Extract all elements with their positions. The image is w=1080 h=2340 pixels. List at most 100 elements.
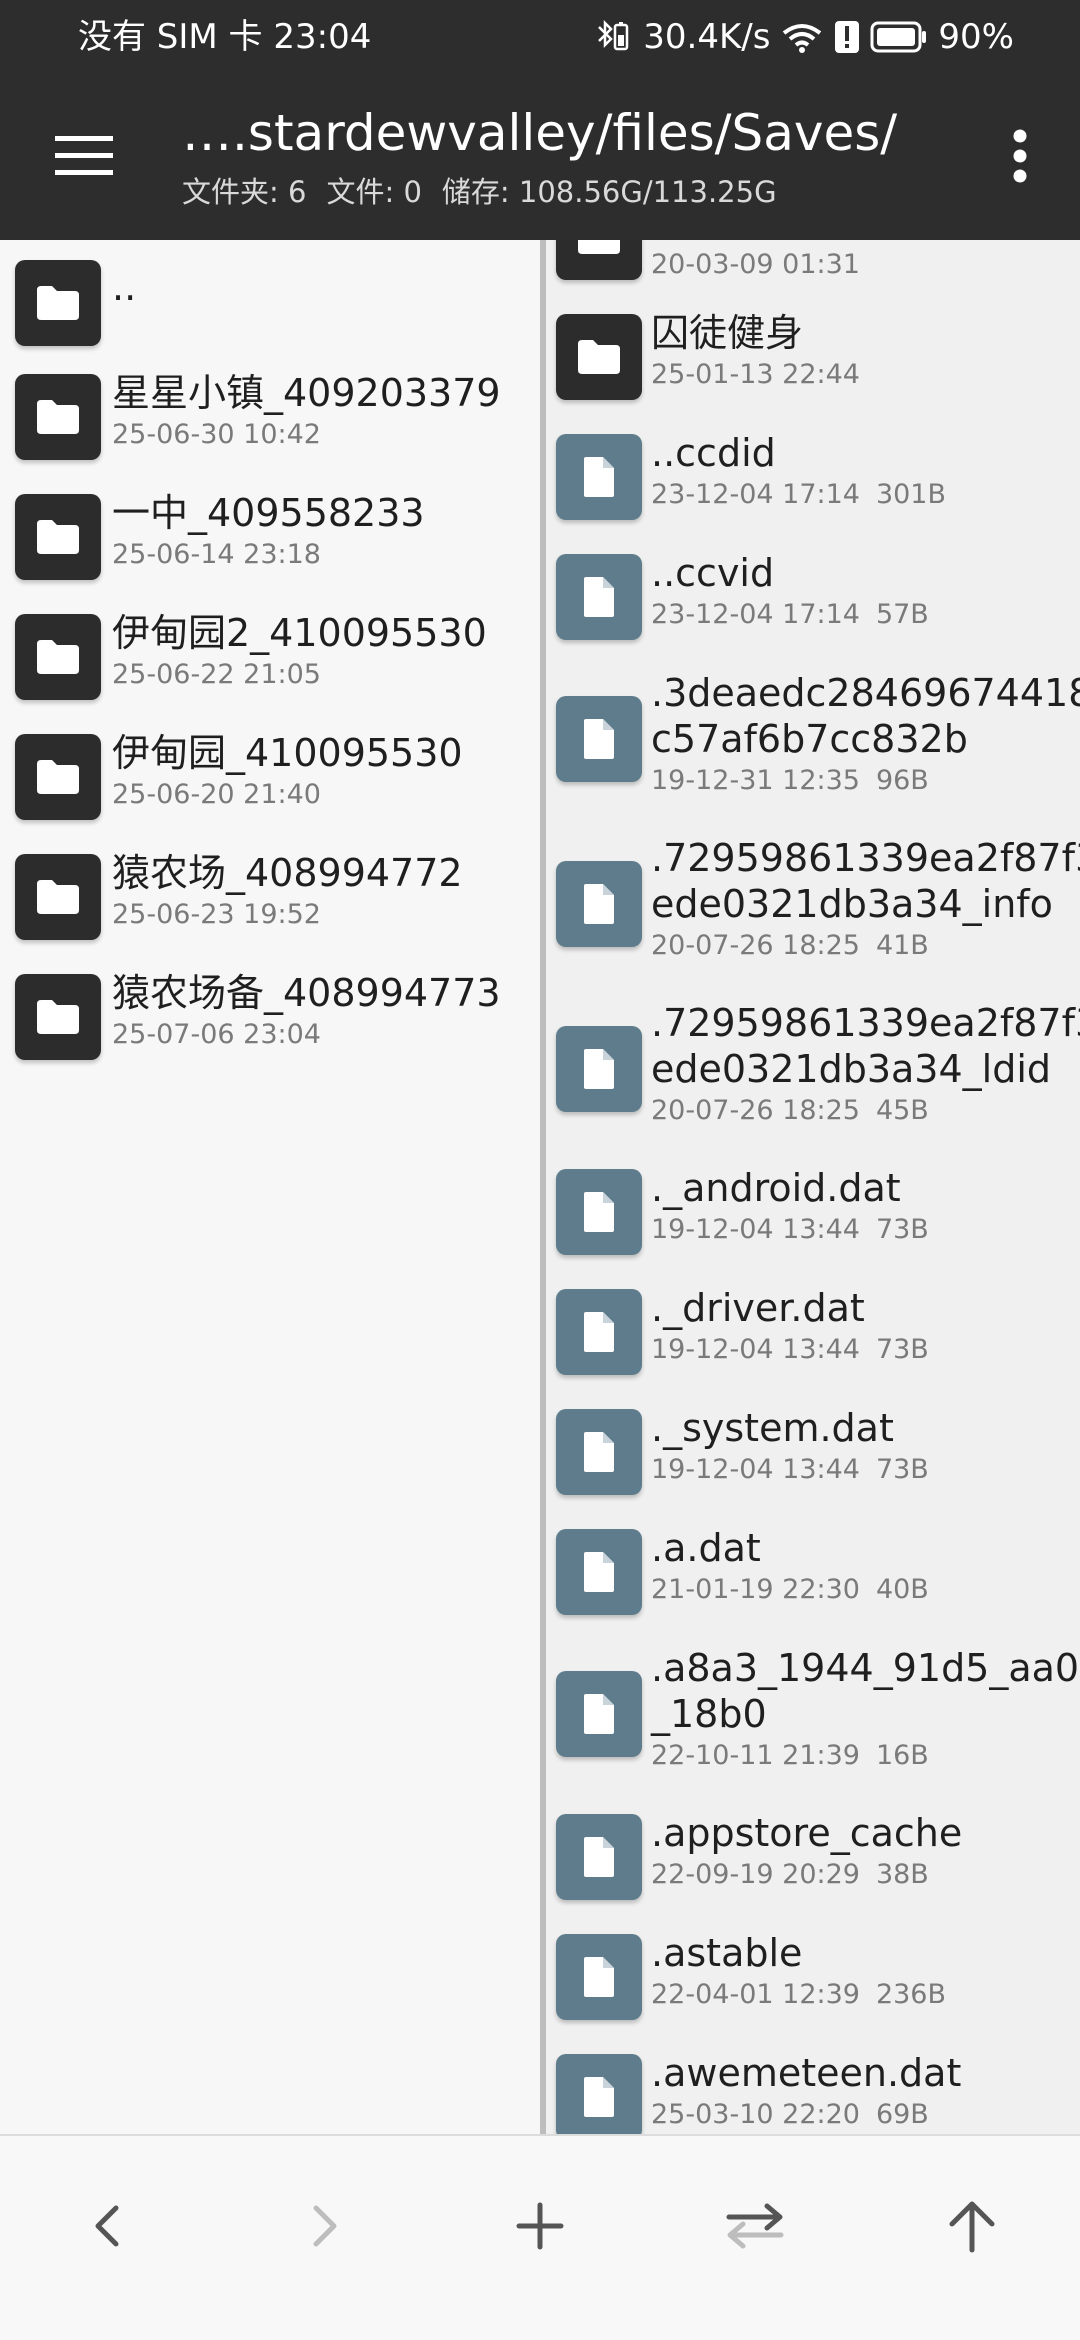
right-pane[interactable]: 20-03-09 01:31 囚徒健身 25-01-13 22:44 ..ccd… <box>546 240 1080 2134</box>
status-carrier-time: 没有 SIM 卡 23:04 <box>78 17 372 57</box>
swap-panes-button[interactable] <box>705 2176 805 2276</box>
back-icon <box>95 2205 119 2247</box>
battery-icon <box>870 20 928 54</box>
item-name: .. <box>112 265 137 309</box>
list-item[interactable]: ._system.dat 19-12-04 13:44 73B <box>546 1395 1080 1515</box>
file-count: 文件: 0 <box>326 175 422 209</box>
item-meta: 23-12-04 17:14 301B <box>651 479 947 510</box>
menu-button[interactable] <box>46 118 122 194</box>
item-name: .appstore_cache <box>651 1811 963 1855</box>
more-options-button[interactable] <box>988 116 1052 196</box>
item-meta: 20-07-26 18:25 41B <box>651 930 929 961</box>
file-icon <box>556 1934 642 2020</box>
folder-count: 文件夹: 6 <box>182 175 307 209</box>
item-date: 25-01-13 22:44 <box>651 359 860 390</box>
list-item[interactable]: .awemeteen.dat 25-03-10 22:20 69B <box>546 2040 1080 2134</box>
left-pane[interactable]: .. 星星小镇_409203379 25-06-30 10:42 一中_4095… <box>0 240 540 2134</box>
list-item[interactable]: .astable 22-04-01 12:39 236B <box>546 1920 1080 2040</box>
item-name: ..ccvid <box>651 551 775 595</box>
list-item[interactable]: .a8a3_1944_91d5_aa08 _18b0 22-10-11 21:3… <box>546 1635 1080 1800</box>
app-bar: ….stardewvalley/files/Saves/ 文件夹: 6 文件: 0… <box>0 76 1080 240</box>
item-meta: 19-12-04 13:44 73B <box>651 1214 929 1245</box>
add-icon <box>516 2202 564 2250</box>
list-item[interactable]: .3deaedc28469674418 c57af6b7cc832b 19-12… <box>546 660 1080 825</box>
item-name: .a8a3_1944_91d5_aa08 <box>651 1646 1080 1690</box>
folder-icon <box>15 854 101 940</box>
list-item[interactable]: 囚徒健身 25-01-13 22:44 <box>546 300 1080 420</box>
list-item[interactable]: .appstore_cache 22-09-19 20:29 38B <box>546 1800 1080 1920</box>
item-name-cont: ede0321db3a34_info <box>651 882 1053 926</box>
folder-icon <box>15 614 101 700</box>
up-icon <box>949 2201 995 2253</box>
more-vert-icon <box>1013 129 1027 183</box>
folder-icon <box>15 494 101 580</box>
list-item-parent[interactable]: .. <box>0 240 540 360</box>
item-name: .a.dat <box>651 1526 761 1570</box>
item-name-cont: c57af6b7cc832b <box>651 717 968 761</box>
item-name: 伊甸园2_410095530 <box>112 611 487 655</box>
current-path: ….stardewvalley/files/Saves/ <box>182 104 898 162</box>
menu-icon <box>55 136 113 175</box>
add-button[interactable] <box>490 2176 590 2276</box>
file-icon <box>556 1169 642 1255</box>
file-icon <box>556 1289 642 1375</box>
bluetooth-battery-icon <box>593 17 633 57</box>
folder-icon <box>15 734 101 820</box>
item-name: ._driver.dat <box>651 1286 865 1330</box>
storage-usage: 储存: 108.56G/113.25G <box>441 175 777 209</box>
list-item[interactable]: 一中_409558233 25-06-14 23:18 <box>0 480 540 600</box>
folder-icon <box>556 314 642 400</box>
list-item[interactable]: .72959861339ea2f87f3 ede0321db3a34_info … <box>546 825 1080 990</box>
list-item[interactable]: ._android.dat 19-12-04 13:44 73B <box>546 1155 1080 1275</box>
item-meta: 19-12-04 13:44 73B <box>651 1454 929 1485</box>
item-name: 囚徒健身 <box>651 311 804 355</box>
file-icon <box>556 1026 642 1112</box>
item-meta: 22-10-11 21:39 16B <box>651 1740 929 1771</box>
list-item[interactable]: 星星小镇_409203379 25-06-30 10:42 <box>0 360 540 480</box>
list-item[interactable]: ..ccdid 23-12-04 17:14 301B <box>546 420 1080 540</box>
item-name: .astable <box>651 1931 803 1975</box>
list-item[interactable]: ..ccvid 23-12-04 17:14 57B <box>546 540 1080 660</box>
file-icon <box>556 1814 642 1900</box>
item-date: 25-06-23 19:52 <box>112 899 321 930</box>
list-item[interactable]: 猿农场备_408994773 25-07-06 23:04 <box>0 960 540 1080</box>
item-name: .awemeteen.dat <box>651 2051 962 2095</box>
file-icon <box>556 1409 642 1495</box>
forward-button[interactable] <box>274 2176 374 2276</box>
item-meta: 25-03-10 22:20 69B <box>651 2099 929 2130</box>
item-meta: 19-12-31 12:35 96B <box>651 765 929 796</box>
item-date: 25-06-20 21:40 <box>112 779 321 810</box>
item-name: 猿农场_408994772 <box>112 851 463 895</box>
list-item[interactable]: 伊甸园2_410095530 25-06-22 21:05 <box>0 600 540 720</box>
item-name: ._system.dat <box>651 1406 894 1450</box>
file-icon <box>556 1671 642 1757</box>
folder-icon <box>15 974 101 1060</box>
item-name: ._android.dat <box>651 1166 901 1210</box>
forward-icon <box>313 2205 337 2247</box>
file-icon <box>556 1529 642 1615</box>
list-item[interactable]: 猿农场_408994772 25-06-23 19:52 <box>0 840 540 960</box>
item-date: 20-03-09 01:31 <box>651 249 860 280</box>
item-meta: 21-01-19 22:30 40B <box>651 1574 929 1605</box>
back-button[interactable] <box>58 2176 158 2276</box>
path-info: 文件夹: 6 文件: 0 储存: 108.56G/113.25G <box>182 172 797 212</box>
item-name: 一中_409558233 <box>112 491 425 535</box>
item-name: .72959861339ea2f87f3 <box>651 836 1080 880</box>
item-date: 25-06-14 23:18 <box>112 539 321 570</box>
item-name: .3deaedc28469674418 <box>651 671 1080 715</box>
item-meta: 23-12-04 17:14 57B <box>651 599 929 630</box>
parent-folder-button[interactable] <box>922 2176 1022 2276</box>
file-icon <box>556 434 642 520</box>
item-name: 伊甸园_410095530 <box>112 731 463 775</box>
item-name-cont: ede0321db3a34_ldid <box>651 1047 1052 1091</box>
alert-icon <box>834 17 860 57</box>
list-item[interactable]: .a.dat 21-01-19 22:30 40B <box>546 1515 1080 1635</box>
battery-level: 90% <box>938 17 1014 57</box>
list-item[interactable]: 20-03-09 01:31 <box>546 240 1080 300</box>
file-icon <box>556 554 642 640</box>
item-meta: 20-07-26 18:25 45B <box>651 1095 929 1126</box>
list-item[interactable]: 伊甸园_410095530 25-06-20 21:40 <box>0 720 540 840</box>
item-name: .72959861339ea2f87f3 <box>651 1001 1080 1045</box>
list-item[interactable]: ._driver.dat 19-12-04 13:44 73B <box>546 1275 1080 1395</box>
list-item[interactable]: .72959861339ea2f87f3 ede0321db3a34_ldid … <box>546 990 1080 1155</box>
